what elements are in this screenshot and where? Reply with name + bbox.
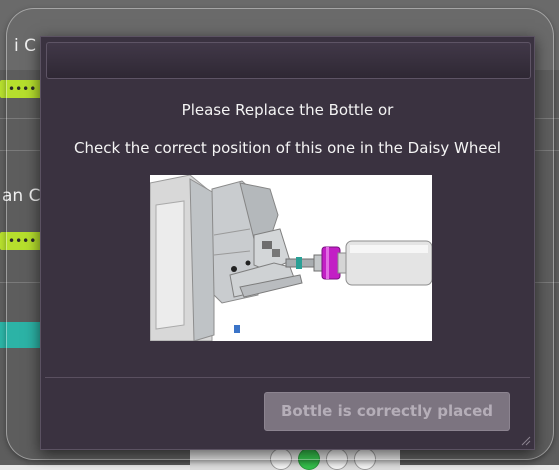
dialog-title-bar[interactable] bbox=[46, 42, 531, 79]
resize-grip-icon[interactable] bbox=[519, 434, 531, 446]
indicator-dots: •••• bbox=[8, 234, 37, 248]
bottle-correctly-placed-button[interactable]: Bottle is correctly placed bbox=[264, 392, 510, 431]
background-round-button bbox=[270, 448, 292, 470]
background-label-mid: an C bbox=[2, 186, 41, 206]
dialog-footer-divider bbox=[45, 377, 530, 378]
bottle-warning-dialog: Please Replace the Bottle or Check the c… bbox=[40, 36, 535, 450]
background-round-button bbox=[354, 448, 376, 470]
dialog-message-line2: Check the correct position of this one i… bbox=[74, 139, 501, 157]
background-label-top: i C bbox=[14, 36, 36, 56]
background-round-button-active bbox=[298, 448, 320, 470]
dialog-message-line1: Please Replace the Bottle or bbox=[181, 101, 394, 119]
bottle-daisy-wheel-illustration bbox=[150, 175, 432, 341]
indicator-dots: •••• bbox=[8, 82, 37, 96]
background-round-button bbox=[326, 448, 348, 470]
